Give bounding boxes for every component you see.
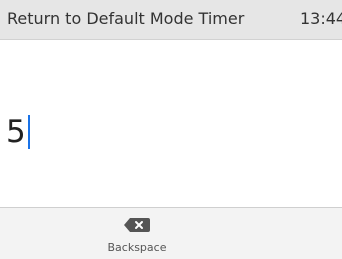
timer-input-field[interactable]: 5 — [6, 112, 30, 152]
backspace-button[interactable]: Backspace — [80, 208, 194, 259]
main-area: 5 — [0, 40, 342, 207]
timer-input-value: 5 — [6, 114, 26, 150]
title-bar: Return to Default Mode Timer 13:44 — [0, 0, 342, 40]
page-title: Return to Default Mode Timer — [7, 9, 245, 28]
backspace-label: Backspace — [107, 241, 167, 254]
clock: 13:44 — [300, 9, 342, 28]
backspace-icon — [124, 217, 150, 232]
text-caret — [27, 115, 30, 149]
softkey-bar: Backspace — [0, 207, 342, 259]
